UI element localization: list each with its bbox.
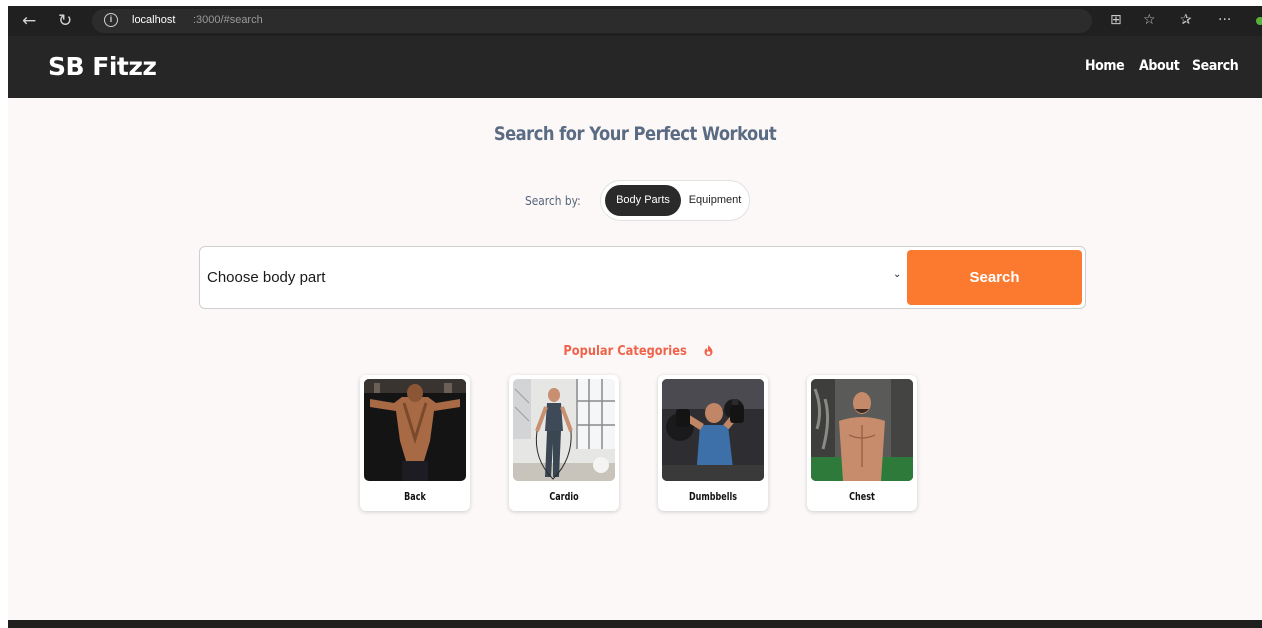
app-window: ← ↻ i localhost :3000/#search ⊞ ☆ ✰ ··· … [8, 6, 1262, 628]
info-icon[interactable]: i [104, 13, 118, 27]
cardio-workout-image [513, 379, 615, 481]
category-card-chest[interactable]: Chest [807, 375, 917, 511]
category-label-back: Back [404, 491, 426, 503]
back-arrow-icon[interactable]: ← [22, 11, 36, 31]
popular-title: Popular Categories [563, 344, 687, 359]
star-icon[interactable]: ☆ [1143, 12, 1156, 28]
nav-search[interactable]: Search [1192, 58, 1239, 74]
toggle-equipment[interactable]: Equipment [683, 185, 747, 216]
extension-icon[interactable] [1256, 17, 1262, 25]
body-part-select[interactable]: Choose body part [207, 269, 325, 286]
search-form: Choose body part ⌄ Search [199, 246, 1086, 309]
back-workout-image [364, 379, 466, 481]
toggle-body-parts[interactable]: Body Parts [605, 185, 681, 216]
search-button[interactable]: Search [907, 250, 1082, 305]
category-label-dumbbells: Dumbbells [689, 491, 737, 503]
page-title: Search for Your Perfect Workout [493, 123, 777, 145]
dumbbells-workout-image [662, 379, 764, 481]
fire-icon [704, 345, 713, 356]
site-header: SB Fitzz Home About Search [8, 36, 1262, 98]
site-logo[interactable]: SB Fitzz [48, 52, 157, 81]
category-label-chest: Chest [849, 491, 875, 503]
chevron-down-icon[interactable]: ⌄ [893, 269, 901, 280]
favorites-icon[interactable]: ✰ [1180, 12, 1192, 28]
grid-icon[interactable]: ⊞ [1110, 12, 1122, 28]
url-path: :3000/#search [193, 14, 263, 26]
category-card-cardio[interactable]: Cardio [509, 375, 619, 511]
browser-toolbar: ← ↻ i localhost :3000/#search ⊞ ☆ ✰ ··· [8, 6, 1262, 36]
footer-bar [8, 620, 1262, 628]
more-icon[interactable]: ··· [1218, 12, 1231, 28]
popular-categories-heading: Popular Categories [8, 342, 1262, 360]
refresh-icon[interactable]: ↻ [58, 11, 72, 31]
category-label-cardio: Cardio [549, 491, 579, 503]
nav-about[interactable]: About [1139, 58, 1180, 74]
address-bar[interactable]: i localhost :3000/#search [92, 9, 1092, 33]
category-card-dumbbells[interactable]: Dumbbells [658, 375, 768, 511]
category-card-back[interactable]: Back [360, 375, 470, 511]
url-host: localhost [132, 14, 176, 26]
nav-home[interactable]: Home [1085, 58, 1125, 74]
search-by-label: Search by: [525, 193, 581, 208]
chest-workout-image [811, 379, 913, 481]
search-mode-toggle: Body Parts Equipment [600, 180, 750, 221]
